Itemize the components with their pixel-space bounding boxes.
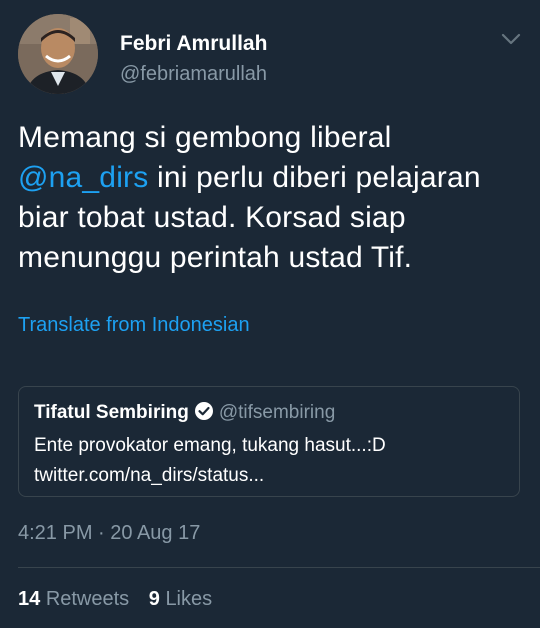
quoted-tweet-text: Ente provokator emang, tukang hasut...:D… — [34, 431, 504, 491]
author-avatar[interactable] — [18, 14, 98, 94]
quoted-author-name: Tifatul Sembiring — [34, 402, 189, 423]
quoted-text-line2: twitter.com/na_dirs/status... — [34, 465, 265, 486]
tweet-stats: 14 Retweets 9 Likes — [18, 588, 226, 611]
likes-count: 9 — [148, 588, 160, 610]
tweet-header: Febri Amrullah @febriamarullah — [18, 14, 526, 98]
mention-link[interactable]: @na_dirs — [18, 161, 148, 194]
avatar-photo — [18, 14, 98, 94]
divider — [18, 567, 540, 568]
quoted-author-handle: @tifsembiring — [218, 402, 336, 423]
translate-link[interactable]: Translate from Indonesian — [18, 314, 250, 337]
retweets-stat[interactable]: 14 Retweets — [18, 588, 129, 610]
tweet-text: Memang si gembong liberal @na_dirs ini p… — [18, 118, 523, 278]
author-name[interactable]: Febri Amrullah — [120, 32, 267, 56]
quoted-text-line1: Ente provokator emang, tukang hasut...:D — [34, 435, 386, 456]
verified-badge-icon — [194, 401, 214, 421]
tweet-text-part1: Memang si gembong liberal — [18, 121, 392, 154]
likes-stat[interactable]: 9 Likes — [149, 588, 212, 610]
chevron-down-icon[interactable] — [500, 32, 522, 46]
retweets-count: 14 — [18, 588, 41, 610]
author-handle[interactable]: @febriamarullah — [120, 63, 267, 86]
tweet-timestamp: 4:21 PM · 20 Aug 17 — [18, 522, 201, 544]
retweets-label: Retweets — [45, 588, 130, 610]
quoted-author-line: Tifatul Sembiring @tifsembiring — [34, 401, 335, 424]
quoted-tweet-card[interactable]: Tifatul Sembiring @tifsembiring Ente prov… — [18, 386, 520, 497]
likes-label: Likes — [165, 588, 213, 610]
